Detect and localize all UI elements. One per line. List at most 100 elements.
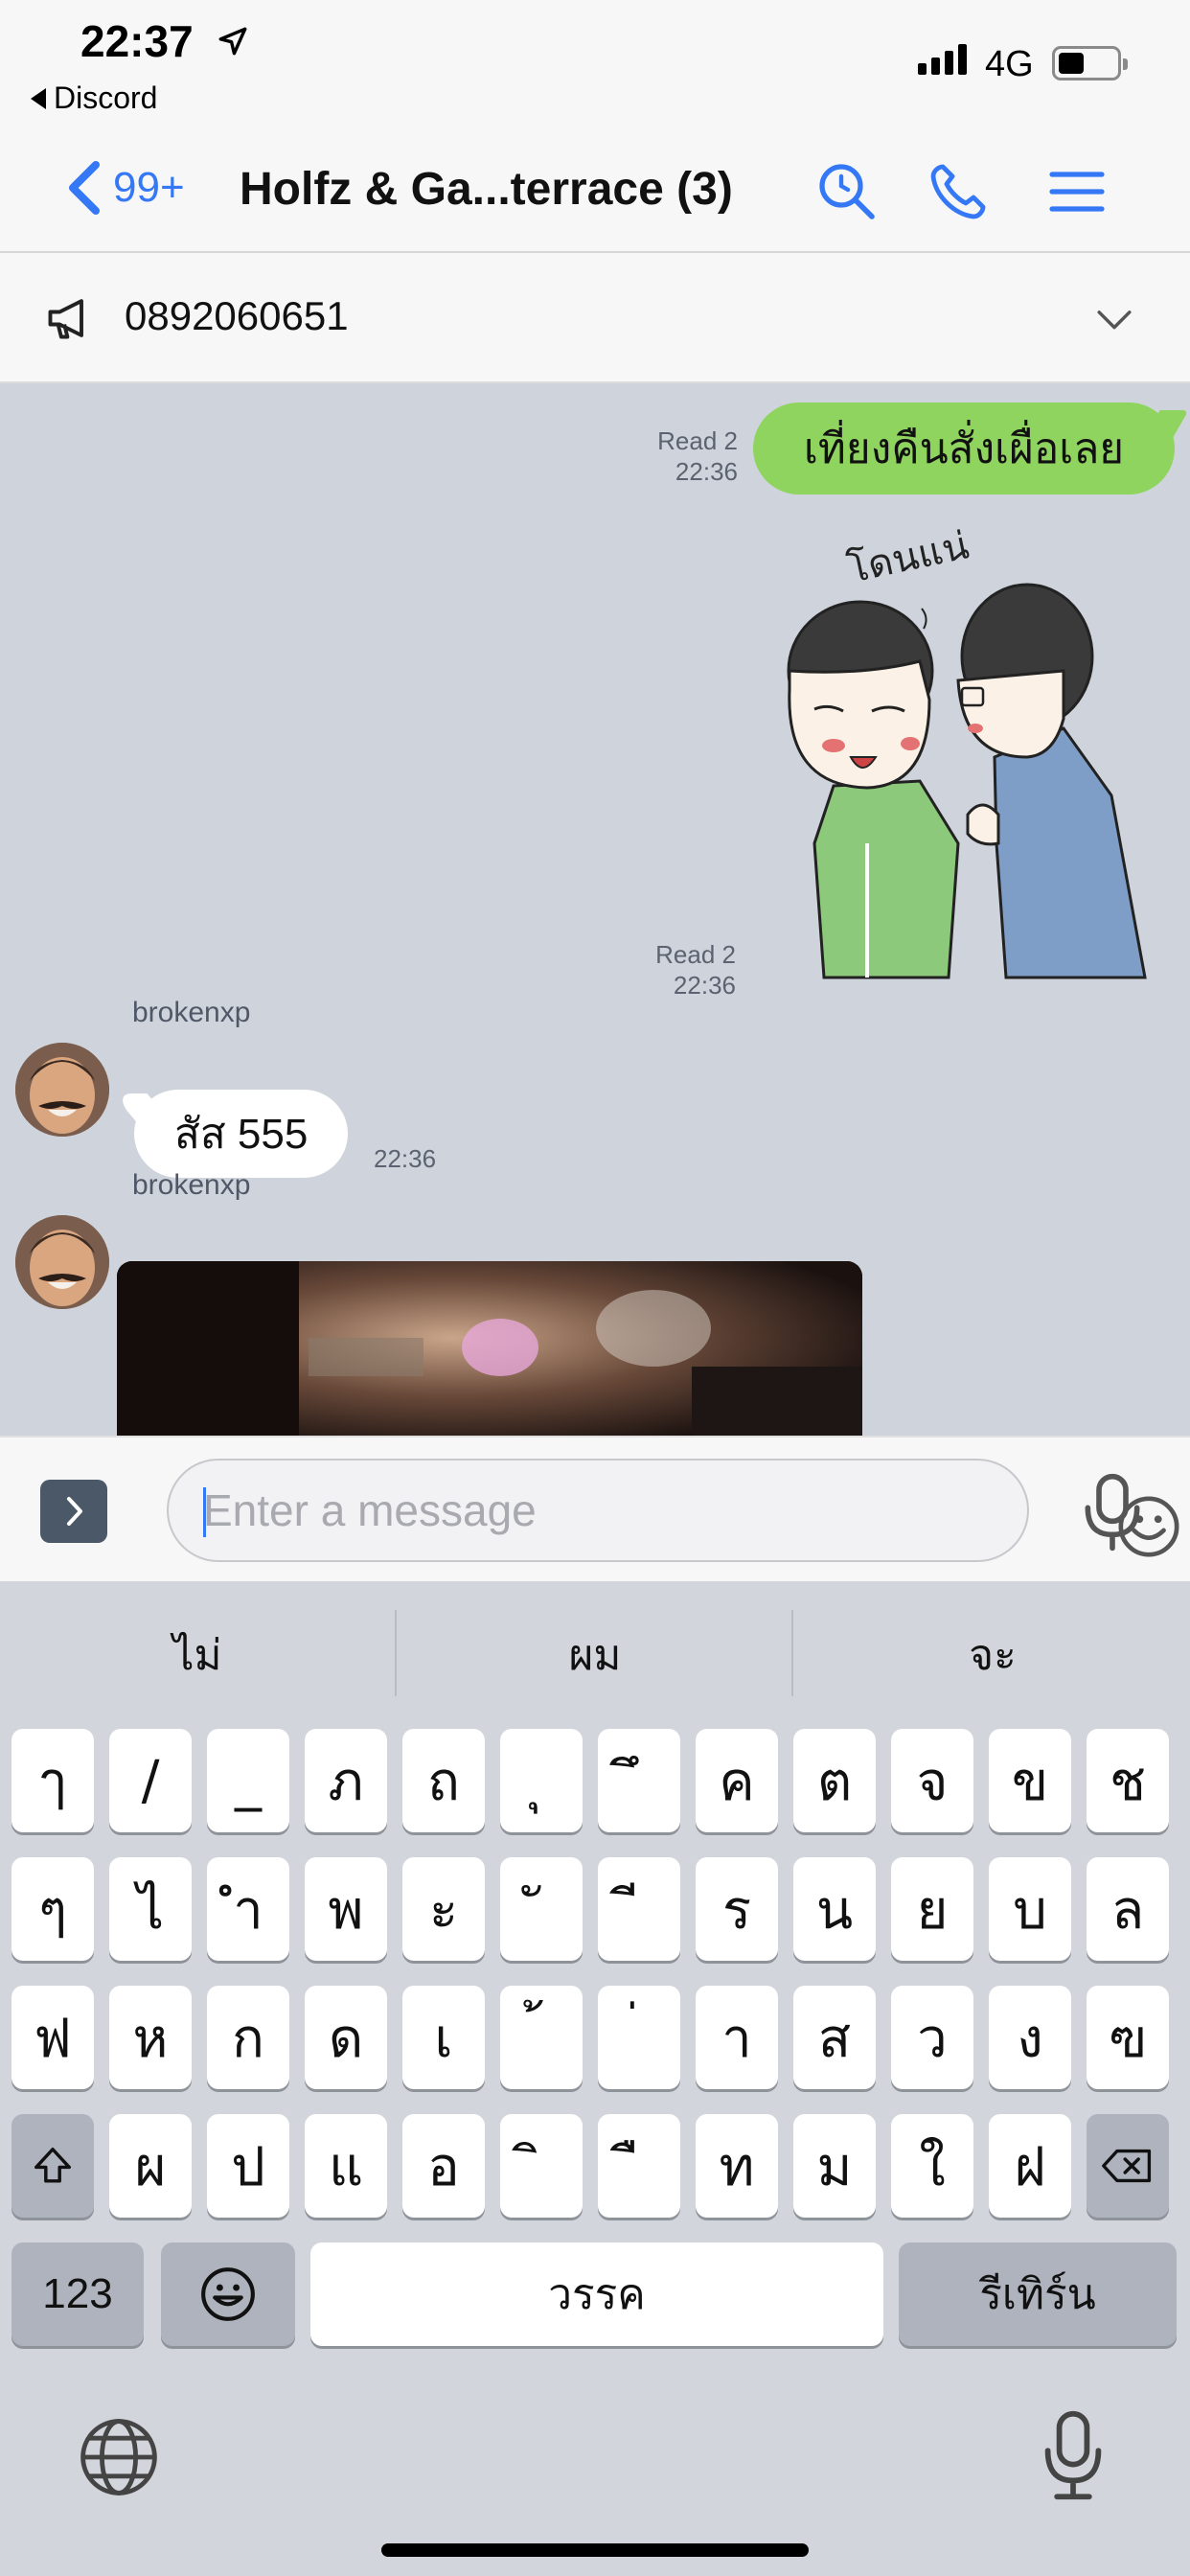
- chat-title[interactable]: Holfz & Ga...terrace (3): [240, 163, 733, 216]
- read-receipt: Read 2: [657, 426, 738, 455]
- message-input[interactable]: [203, 1460, 912, 1560]
- home-indicator[interactable]: [381, 2543, 809, 2557]
- key[interactable]: บ: [989, 1857, 1071, 1961]
- incoming-message-bubble[interactable]: สัส 555: [112, 1090, 349, 1178]
- key[interactable]: ะ: [402, 1857, 485, 1961]
- key[interactable]: ๅ: [11, 1729, 94, 1832]
- chat-header: 99+ Holfz & Ga...terrace (3): [0, 134, 1190, 253]
- search-icon[interactable]: [816, 161, 878, 222]
- key[interactable]: ำ: [207, 1857, 289, 1961]
- network-type: 4G: [985, 44, 1034, 84]
- suggestion-2[interactable]: ผม: [403, 1622, 787, 1689]
- back-button[interactable]: 99+: [65, 159, 185, 217]
- microphone-icon[interactable]: [1079, 1472, 1146, 1552]
- key[interactable]: ค: [696, 1729, 778, 1832]
- megaphone-icon: [48, 299, 83, 339]
- message-meta: Read 2 22:36: [613, 939, 736, 1000]
- key[interactable]: ฟ: [11, 1986, 94, 2089]
- key[interactable]: ท: [696, 2114, 778, 2218]
- avatar[interactable]: [15, 1043, 109, 1137]
- key[interactable]: ร: [696, 1857, 778, 1961]
- key[interactable]: จ: [891, 1729, 973, 1832]
- key[interactable]: ฃ: [1087, 1986, 1169, 2089]
- message-composer: [0, 1436, 1190, 1581]
- key[interactable]: อ: [402, 2114, 485, 2218]
- video-message-thumbnail[interactable]: [117, 1261, 862, 1436]
- key[interactable]: น: [793, 1857, 876, 1961]
- key[interactable]: /: [109, 1729, 192, 1832]
- video-thumbnail-image: [117, 1261, 862, 1436]
- unread-count: 99+: [113, 164, 185, 211]
- emoji-key[interactable]: [161, 2242, 295, 2346]
- text-caret: [203, 1487, 206, 1537]
- key[interactable]: ุ: [500, 1729, 583, 1832]
- suggestion-1[interactable]: ไม่: [6, 1622, 389, 1689]
- key[interactable]: ่: [598, 1986, 680, 2089]
- return-key[interactable]: รีเทิร์น: [899, 2242, 1177, 2346]
- message-input-container[interactable]: [167, 1459, 1179, 1562]
- key[interactable]: ภ: [305, 1729, 387, 1832]
- key[interactable]: ้: [500, 1986, 583, 2089]
- phone-icon[interactable]: [927, 161, 989, 222]
- key[interactable]: ไ: [109, 1857, 192, 1961]
- key[interactable]: ง: [989, 1986, 1071, 2089]
- chevron-right-icon: [67, 1497, 82, 1526]
- key[interactable]: _: [207, 1729, 289, 1832]
- key[interactable]: ต: [793, 1729, 876, 1832]
- key[interactable]: ม: [793, 2114, 876, 2218]
- chevron-left-icon: [69, 161, 100, 215]
- key[interactable]: ถ: [402, 1729, 485, 1832]
- key[interactable]: เ: [402, 1986, 485, 2089]
- key[interactable]: ห: [109, 1986, 192, 2089]
- read-receipt: Read 2: [655, 940, 736, 969]
- key[interactable]: ข: [989, 1729, 1071, 1832]
- message-text: เที่ยงคืนสั่งเผื่อเลย: [803, 426, 1125, 472]
- dictation-icon[interactable]: [1039, 2409, 1108, 2501]
- shift-key[interactable]: [11, 2114, 94, 2218]
- avatar[interactable]: [15, 1215, 109, 1309]
- key[interactable]: ว: [891, 1986, 973, 2089]
- suggestion-divider: [791, 1610, 793, 1696]
- location-arrow-icon: [218, 27, 247, 56]
- message-list[interactable]: Read 2 22:36 เที่ยงคืนสั่งเผื่อเลย Read …: [0, 383, 1190, 1436]
- key[interactable]: ป: [207, 2114, 289, 2218]
- key[interactable]: ใ: [891, 2114, 973, 2218]
- sticker-image[interactable]: โดนแน่: [776, 527, 1159, 997]
- message-time: 22:36: [374, 1144, 437, 1173]
- key[interactable]: พ: [305, 1857, 387, 1961]
- key[interactable]: ย: [891, 1857, 973, 1961]
- shift-arrow-icon: [34, 2148, 71, 2183]
- space-key[interactable]: วรรค: [310, 2242, 883, 2346]
- backspace-key[interactable]: [1087, 2114, 1169, 2218]
- chevron-down-icon[interactable]: [1092, 297, 1136, 341]
- key[interactable]: ช: [1087, 1729, 1169, 1832]
- key[interactable]: ฝ: [989, 2114, 1071, 2218]
- emoji-icon: [201, 2267, 255, 2321]
- key[interactable]: ิ: [500, 2114, 583, 2218]
- key[interactable]: ส: [793, 1986, 876, 2089]
- outgoing-message-bubble[interactable]: เที่ยงคืนสั่งเผื่อเลย: [753, 402, 1189, 494]
- key[interactable]: ึ: [598, 1729, 680, 1832]
- back-app-label: Discord: [54, 80, 158, 115]
- avatar-photo: [15, 1215, 109, 1309]
- numbers-key[interactable]: 123: [11, 2242, 144, 2346]
- expand-toolbar-button[interactable]: [40, 1480, 107, 1543]
- suggestion-3[interactable]: จะ: [801, 1622, 1184, 1689]
- key[interactable]: ผ: [109, 2114, 192, 2218]
- key[interactable]: ื: [598, 2114, 680, 2218]
- message-text: สัส 555: [174, 1111, 309, 1158]
- key[interactable]: า: [696, 1986, 778, 2089]
- key[interactable]: ี: [598, 1857, 680, 1961]
- suggestion-bar: ไม่ ผม จะ: [0, 1581, 1190, 1725]
- announcement-bar[interactable]: 0892060651: [0, 253, 1190, 383]
- key[interactable]: ก: [207, 1986, 289, 2089]
- key[interactable]: ล: [1087, 1857, 1169, 1961]
- key[interactable]: ั: [500, 1857, 583, 1961]
- back-to-app-link[interactable]: Discord: [31, 80, 157, 116]
- key[interactable]: ด: [305, 1986, 387, 2089]
- key[interactable]: แ: [305, 2114, 387, 2218]
- globe-icon[interactable]: [77, 2415, 161, 2499]
- menu-icon[interactable]: [1046, 161, 1108, 222]
- key[interactable]: ๆ: [11, 1857, 94, 1961]
- avatar-photo: [15, 1043, 109, 1137]
